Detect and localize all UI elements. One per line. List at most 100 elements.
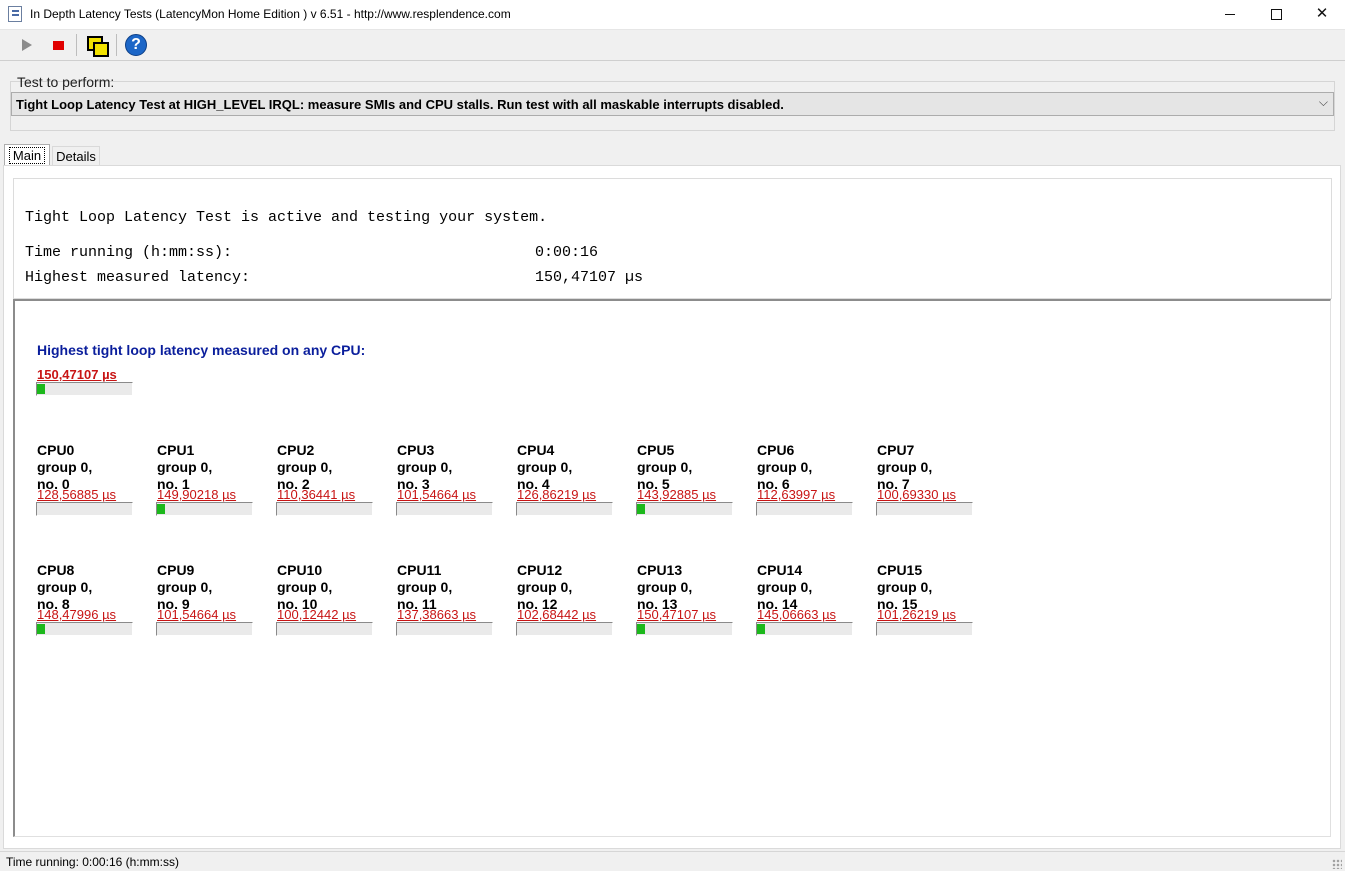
cpu-latency-bar <box>636 622 733 636</box>
cpu-group: group 0, <box>637 459 693 475</box>
maximize-icon <box>1270 8 1282 20</box>
cpu-latency-bar <box>276 502 373 516</box>
cpu-latency-value: 128,56885 µs <box>37 487 117 502</box>
windows-icon[interactable] <box>84 33 109 57</box>
cpu-latency-bar <box>156 502 253 516</box>
cpu-latency-bar-fill <box>757 624 765 634</box>
cpu-latency-value: 149,90218 µs <box>157 487 237 502</box>
cpu-name: CPU0 <box>37 442 75 458</box>
cpu-latency-bar <box>396 622 493 636</box>
play-icon[interactable] <box>14 33 38 57</box>
cpu-latency-value: 101,54664 µs <box>397 487 477 502</box>
cpu-latency-bar-fill <box>637 504 645 514</box>
highest-latency-label: Highest measured latency: <box>25 269 251 286</box>
help-icon: ? <box>125 34 147 56</box>
cpu-group: group 0, <box>37 459 93 475</box>
cpu-name: CPU4 <box>517 442 555 458</box>
toolbar: ? <box>0 30 1345 61</box>
cpu-latency-bar <box>876 502 973 516</box>
cpu-name: CPU12 <box>517 562 563 578</box>
cpu-tile: CPU11 group 0, no. 11 137,38663 µs <box>396 562 496 636</box>
cpu-tile: CPU1 group 0, no. 1 149,90218 µs <box>156 442 256 516</box>
cpu-tile: CPU6 group 0, no. 6 112,63997 µs <box>756 442 856 516</box>
highest-latency-value: 150,47107 µs <box>535 269 644 286</box>
cpu-group: group 0, <box>757 459 813 475</box>
cpu-latency-bar-fill <box>37 624 45 634</box>
cpu-tile: CPU7 group 0, no. 7 100,69330 µs <box>876 442 976 516</box>
cpu-latency-bar <box>276 622 373 636</box>
cpu-group: group 0, <box>517 579 573 595</box>
cpu-latency-value: 100,12442 µs <box>277 607 357 622</box>
cpu-tile: CPU12 group 0, no. 12 102,68442 µs <box>516 562 616 636</box>
close-button[interactable]: ✕ <box>1299 0 1345 29</box>
title-bar: In Depth Latency Tests (LatencyMon Home … <box>0 0 1345 30</box>
cpu-name: CPU11 <box>397 562 442 578</box>
time-running-label: Time running (h:mm:ss): <box>25 244 233 261</box>
cpu-name: CPU14 <box>757 562 803 578</box>
cpu-latency-bar-fill <box>157 504 165 514</box>
tab-main-label: Main <box>8 147 46 164</box>
cpu-latency-value: 112,63997 µs <box>757 487 836 502</box>
cpu-name: CPU1 <box>157 442 195 458</box>
cpu-group: group 0, <box>517 459 573 475</box>
help-button[interactable]: ? <box>124 33 148 57</box>
cpu-name: CPU2 <box>277 442 315 458</box>
cpu-latency-value: 110,36441 µs <box>277 487 356 502</box>
cpu-tile: CPU4 group 0, no. 4 126,86219 µs <box>516 442 616 516</box>
cpu-tile: CPU15 group 0, no. 15 101,26219 µs <box>876 562 976 636</box>
tab-details[interactable]: Details <box>52 146 100 166</box>
cpu-tile: CPU0 group 0, no. 0 128,56885 µs <box>36 442 136 516</box>
cpu-latency-value: 102,68442 µs <box>517 607 597 622</box>
time-running-value: 0:00:16 <box>535 244 599 261</box>
minimize-button[interactable] <box>1207 0 1253 29</box>
overall-latency-bar-fill <box>37 384 45 394</box>
cpu-name: CPU8 <box>37 562 75 578</box>
maximize-button[interactable] <box>1253 0 1299 29</box>
window-title: In Depth Latency Tests (LatencyMon Home … <box>30 7 511 21</box>
tab-main[interactable]: Main <box>4 144 50 166</box>
minimize-icon <box>1225 13 1235 15</box>
cpu-latency-bar <box>36 502 133 516</box>
cpu-group: group 0, <box>877 579 933 595</box>
overall-latency-value: 150,47107 µs <box>37 367 117 382</box>
cpu-latency-value: 148,47996 µs <box>37 607 117 622</box>
cpu-group: group 0, <box>37 579 93 595</box>
cpu-latency-bar <box>876 622 973 636</box>
cpu-latency-bar <box>756 622 853 636</box>
cpu-group: group 0, <box>157 459 213 475</box>
cpu-name: CPU10 <box>277 562 323 578</box>
cpu-tile: CPU8 group 0, no. 8 148,47996 µs <box>36 562 136 636</box>
test-dropdown[interactable]: Tight Loop Latency Test at HIGH_LEVEL IR… <box>11 92 1334 116</box>
cpu-name: CPU9 <box>157 562 195 578</box>
cpu-latency-bar <box>396 502 493 516</box>
cpu-name: CPU7 <box>877 442 915 458</box>
cpu-tile: CPU5 group 0, no. 5 143,92885 µs <box>636 442 736 516</box>
toolbar-separator <box>76 34 77 56</box>
cpu-latency-value: 126,86219 µs <box>517 487 597 502</box>
cpu-tile: CPU9 group 0, no. 9 101,54664 µs <box>156 562 256 636</box>
cpu-latency-bar <box>156 622 253 636</box>
cpu-name: CPU6 <box>757 442 795 458</box>
toolbar-separator <box>116 34 117 56</box>
cpu-group: group 0, <box>277 579 333 595</box>
cpu-tile: CPU2 group 0, no. 2 110,36441 µs <box>276 442 376 516</box>
cpu-latency-value: 100,69330 µs <box>877 487 957 502</box>
overall-latency-bar <box>36 382 133 396</box>
stop-icon[interactable] <box>46 33 70 57</box>
cpu-name: CPU5 <box>637 442 675 458</box>
status-text: Time running: 0:00:16 (h:mm:ss) <box>6 855 179 869</box>
cpu-latency-value: 101,54664 µs <box>157 607 237 622</box>
cpu-group: group 0, <box>757 579 813 595</box>
resize-grip-icon[interactable] <box>1332 859 1342 869</box>
cpu-latency-bar <box>636 502 733 516</box>
cpu-latency-value: 143,92885 µs <box>637 487 717 502</box>
cpu-name: CPU3 <box>397 442 435 458</box>
cpu-group: group 0, <box>637 579 693 595</box>
test-status-text: Tight Loop Latency Test is active and te… <box>25 209 548 226</box>
status-bar: Time running: 0:00:16 (h:mm:ss) <box>0 851 1345 871</box>
cpu-tile: CPU13 group 0, no. 13 150,47107 µs <box>636 562 736 636</box>
cpu-latency-value: 137,38663 µs <box>397 607 477 622</box>
cpu-latency-bar <box>756 502 853 516</box>
cpu-latency-value: 101,26219 µs <box>877 607 957 622</box>
cpu-group: group 0, <box>157 579 213 595</box>
